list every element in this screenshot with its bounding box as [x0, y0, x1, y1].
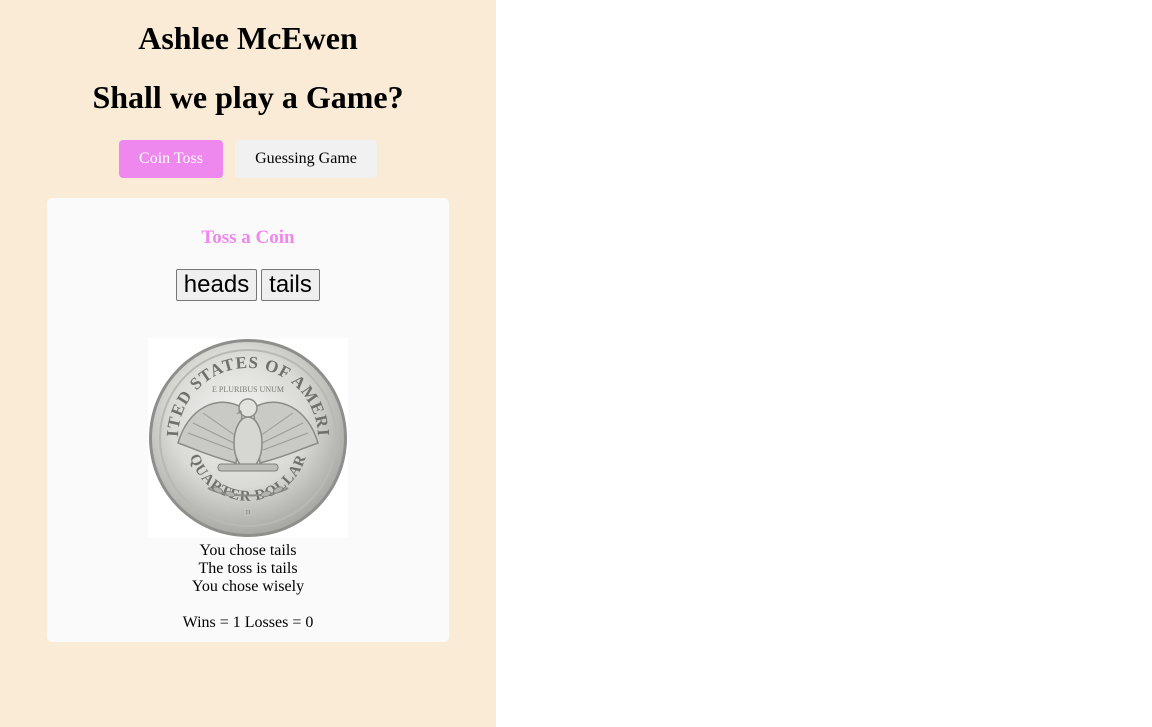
verdict-text: You chose wisely — [191, 578, 305, 595]
left-pane: Ashlee McEwen Shall we play a Game? Coin… — [0, 0, 496, 727]
author-name-heading: Ashlee McEwen — [138, 20, 358, 56]
panel-title: Toss a Coin — [201, 227, 295, 248]
score-text: Wins = 1 Losses = 0 — [182, 614, 314, 631]
heads-button[interactable]: heads — [176, 269, 257, 301]
coin-toss-panel: Toss a Coin heads tails ITED STATES OF A… — [47, 198, 449, 642]
svg-text:E PLURIBUS UNUM: E PLURIBUS UNUM — [212, 385, 284, 394]
tab-coin-toss[interactable]: Coin Toss — [119, 140, 223, 178]
tails-button[interactable]: tails — [261, 269, 320, 301]
svg-text:D: D — [246, 510, 251, 516]
quarter-tails-icon: UNITED STATES OF AMERICA QUARTER DOLLAR … — [141, 323, 347, 537]
choice-result-text: You chose tails — [199, 542, 297, 559]
page-title: Shall we play a Game? — [92, 79, 404, 115]
coin-image: UNITED STATES OF AMERICA QUARTER DOLLAR … — [141, 323, 348, 538]
tab-guessing-game[interactable]: Guessing Game — [235, 140, 377, 178]
toss-result-text: The toss is tails — [198, 560, 298, 577]
